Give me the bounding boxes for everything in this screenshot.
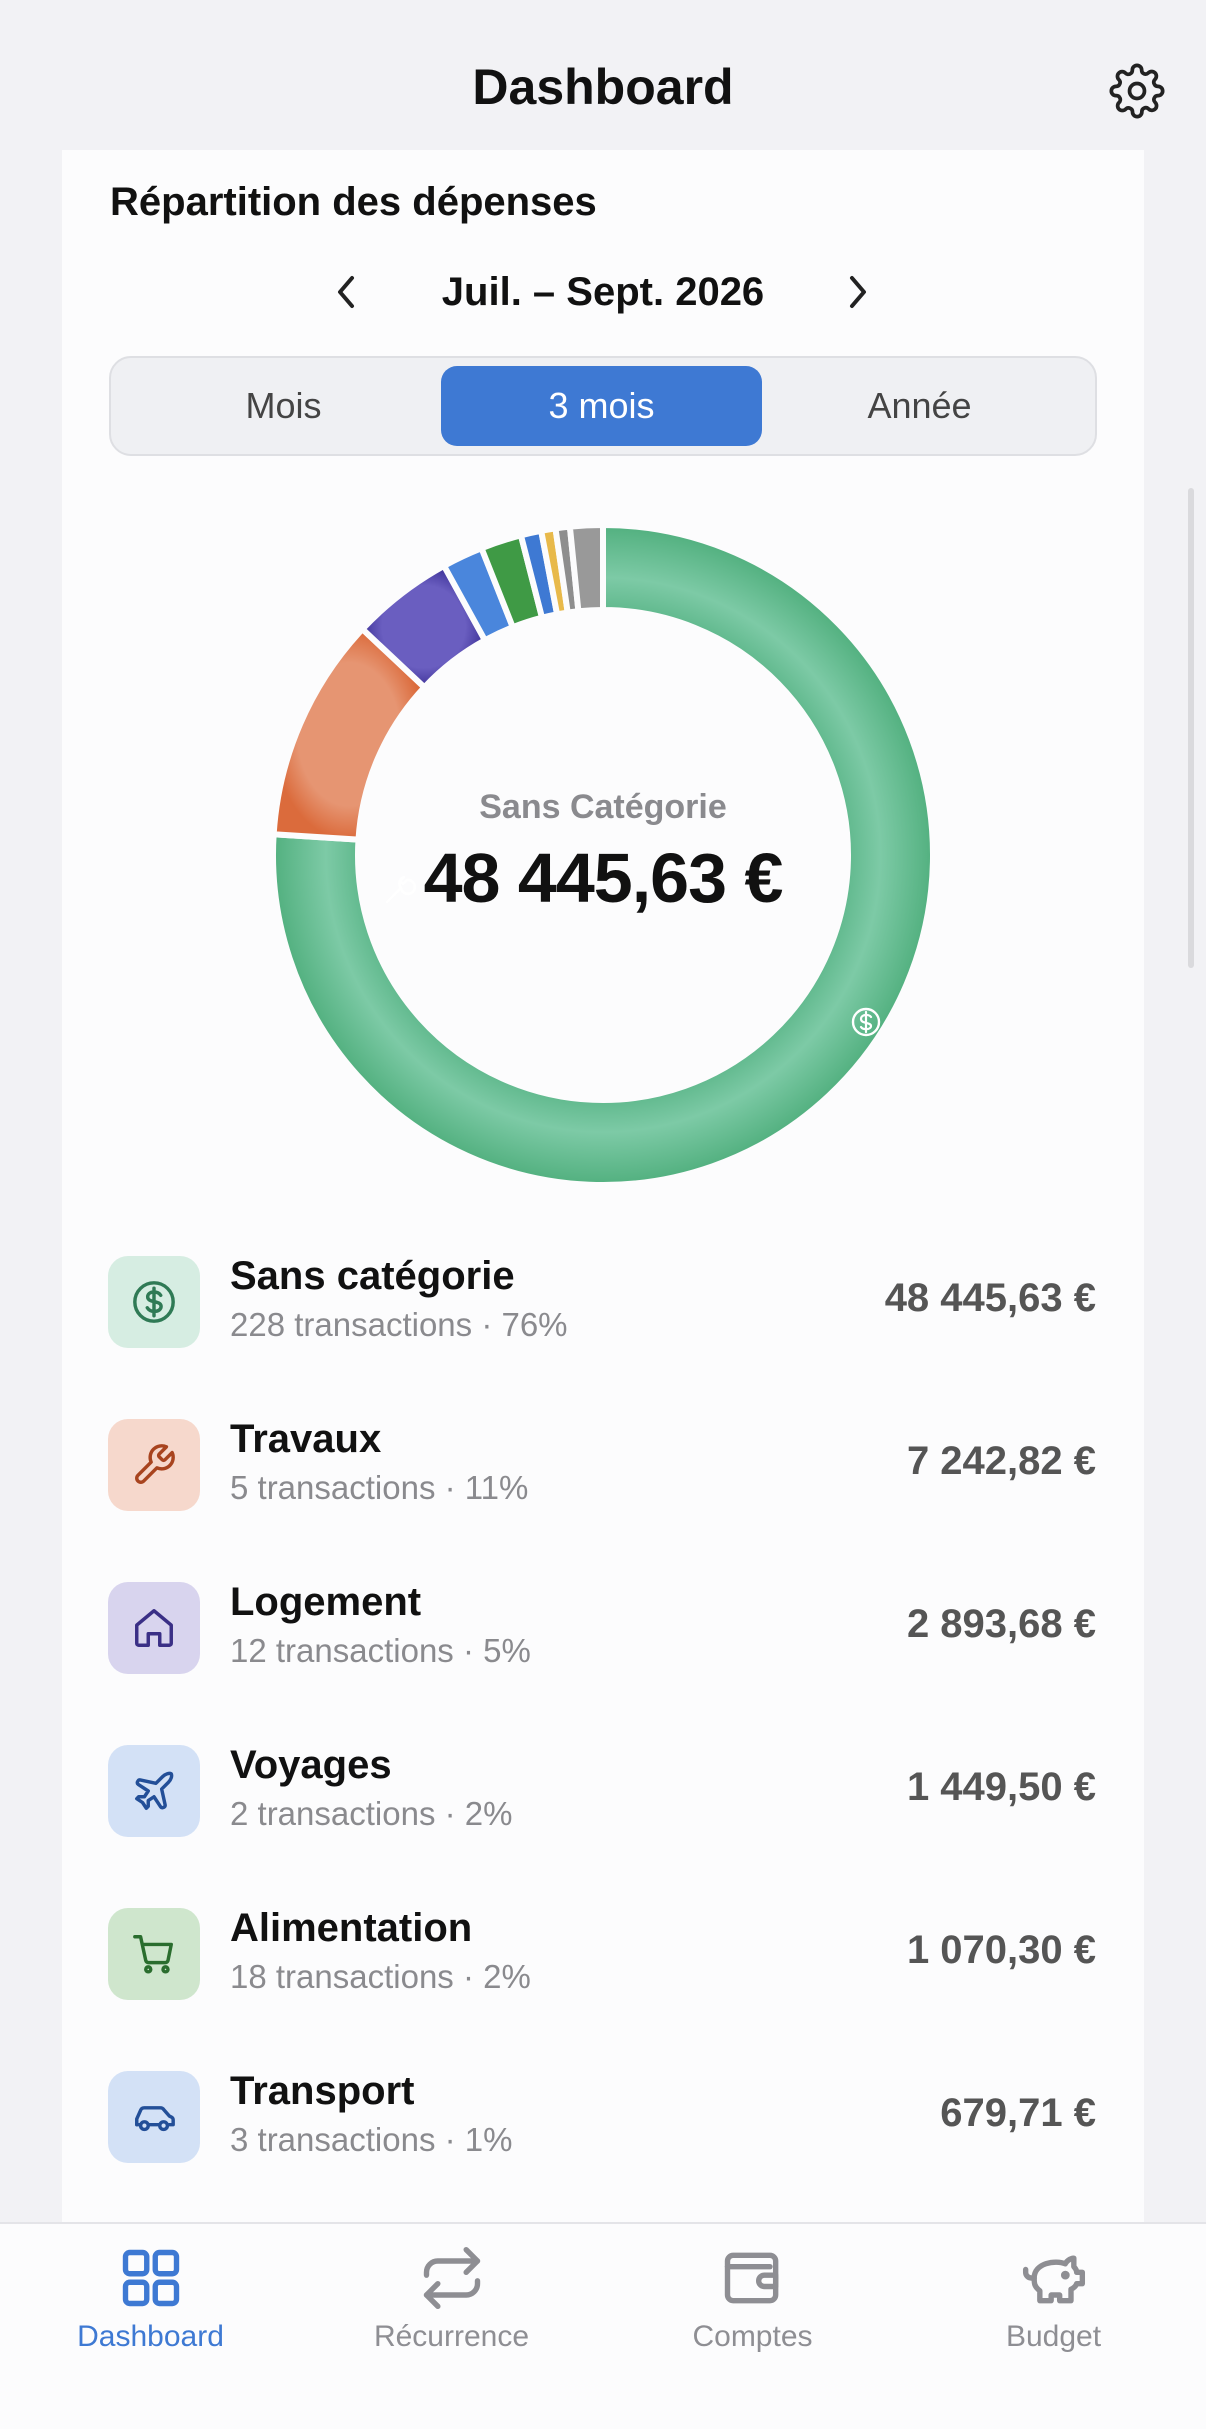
tab-budget[interactable]: Budget <box>903 2244 1204 2364</box>
cart-icon <box>133 1935 173 1974</box>
category-amount: 679,71 € <box>940 2091 1096 2135</box>
list-item[interactable]: Voyages 2 transactions · 2% 1 449,50 € <box>62 1731 1144 1894</box>
page-title: Dashboard <box>472 59 734 115</box>
category-icon-badge <box>108 1256 200 1348</box>
category-name: Voyages <box>230 1743 392 1787</box>
category-details: 18 transactions · 2% <box>230 1958 531 1995</box>
settings-button[interactable] <box>1108 62 1166 120</box>
category-amount: 48 445,63 € <box>884 1276 1096 1320</box>
period-label: Juil. – Sept. 2026 <box>441 270 765 314</box>
category-amount: 1 070,30 € <box>906 1928 1096 1972</box>
gear-icon <box>1109 63 1165 119</box>
category-name: Sans catégorie <box>230 1254 515 1298</box>
wrench-icon <box>135 1444 175 1484</box>
tab-bar: Dashboard Récurrence Comptes Budget <box>0 2222 1206 2429</box>
list-item[interactable]: Alimentation 18 transactions · 2% 1 070,… <box>62 1894 1144 2057</box>
category-details: 228 transactions · 76% <box>230 1306 568 1343</box>
category-details: 2 transactions · 2% <box>230 1795 513 1832</box>
tab-label: Comptes <box>692 2320 813 2353</box>
category-name: Transport <box>230 2069 415 2113</box>
category-icon-badge <box>108 1908 200 2000</box>
tab-comptes[interactable]: Comptes <box>602 2244 903 2364</box>
next-period-button[interactable] <box>827 262 887 322</box>
wallet-icon <box>724 2252 778 2304</box>
scrollbar[interactable] <box>1188 488 1194 968</box>
list-item[interactable]: Transport 3 transactions · 1% 679,71 € <box>62 2057 1144 2220</box>
category-amount: 7 242,82 € <box>906 1439 1096 1483</box>
category-details: 5 transactions · 11% <box>230 1469 529 1506</box>
donut-chart: Sans Catégorie 48 445,63 € <box>268 520 938 1190</box>
list-item[interactable]: Sans catégorie 228 transactions · 76% 48… <box>62 1242 1144 1405</box>
tab-recurrence[interactable]: Récurrence <box>301 2244 602 2364</box>
category-name: Travaux <box>230 1417 382 1461</box>
tab-label: Budget <box>1005 2320 1102 2353</box>
grid-icon <box>122 2249 179 2307</box>
dollar-circle-icon <box>133 1281 175 1323</box>
tab-label: Récurrence <box>373 2320 530 2353</box>
donut-center-label: Sans Catégorie <box>479 788 727 826</box>
period-segmented-control: Mois 3 mois Année <box>109 356 1097 456</box>
section-title: Répartition des dépenses <box>110 180 597 224</box>
category-name: Alimentation <box>230 1906 473 1950</box>
chevron-right-icon <box>850 276 866 308</box>
airplane-icon <box>135 1771 174 1810</box>
category-details: 3 transactions · 1% <box>230 2121 513 2158</box>
segment-year[interactable]: Année <box>759 366 1080 446</box>
category-icon-badge <box>108 1419 200 1511</box>
tab-label: Dashboard <box>77 2320 224 2353</box>
donut-center-value: 48 445,63 € <box>423 839 784 917</box>
list-item[interactable]: Logement 12 transactions · 5% 2 893,68 € <box>62 1568 1144 1731</box>
header: Dashboard <box>0 0 1206 150</box>
category-details: 12 transactions · 5% <box>230 1632 531 1669</box>
segment-3-months[interactable]: 3 mois <box>441 366 762 446</box>
list-item[interactable]: Travaux 5 transactions · 11% 7 242,82 € <box>62 1405 1144 1568</box>
category-amount: 2 893,68 € <box>906 1602 1096 1646</box>
category-name: Logement <box>230 1580 422 1624</box>
category-icon-badge <box>108 1582 200 1674</box>
category-icon-badge <box>108 1745 200 1837</box>
car-icon <box>135 2106 175 2132</box>
house-icon <box>135 1609 173 1647</box>
piggy-bank-icon <box>1022 2255 1085 2304</box>
tab-dashboard[interactable]: Dashboard <box>0 2244 301 2364</box>
app-root: Dashboard Répartition des dépenses Juil.… <box>0 0 1206 2429</box>
category-list: Sans catégorie 228 transactions · 76% 48… <box>62 1242 1144 2220</box>
category-amount: 1 449,50 € <box>906 1765 1096 1809</box>
segment-month[interactable]: Mois <box>123 366 444 446</box>
donut-slice-other-gray-[interactable] <box>566 522 606 615</box>
repeat-icon <box>423 2246 480 2310</box>
category-icon-badge <box>108 2071 200 2163</box>
period-navigator: Juil. – Sept. 2026 <box>62 262 1144 322</box>
expenses-card: Répartition des dépenses Juil. – Sept. 2… <box>62 150 1144 2230</box>
